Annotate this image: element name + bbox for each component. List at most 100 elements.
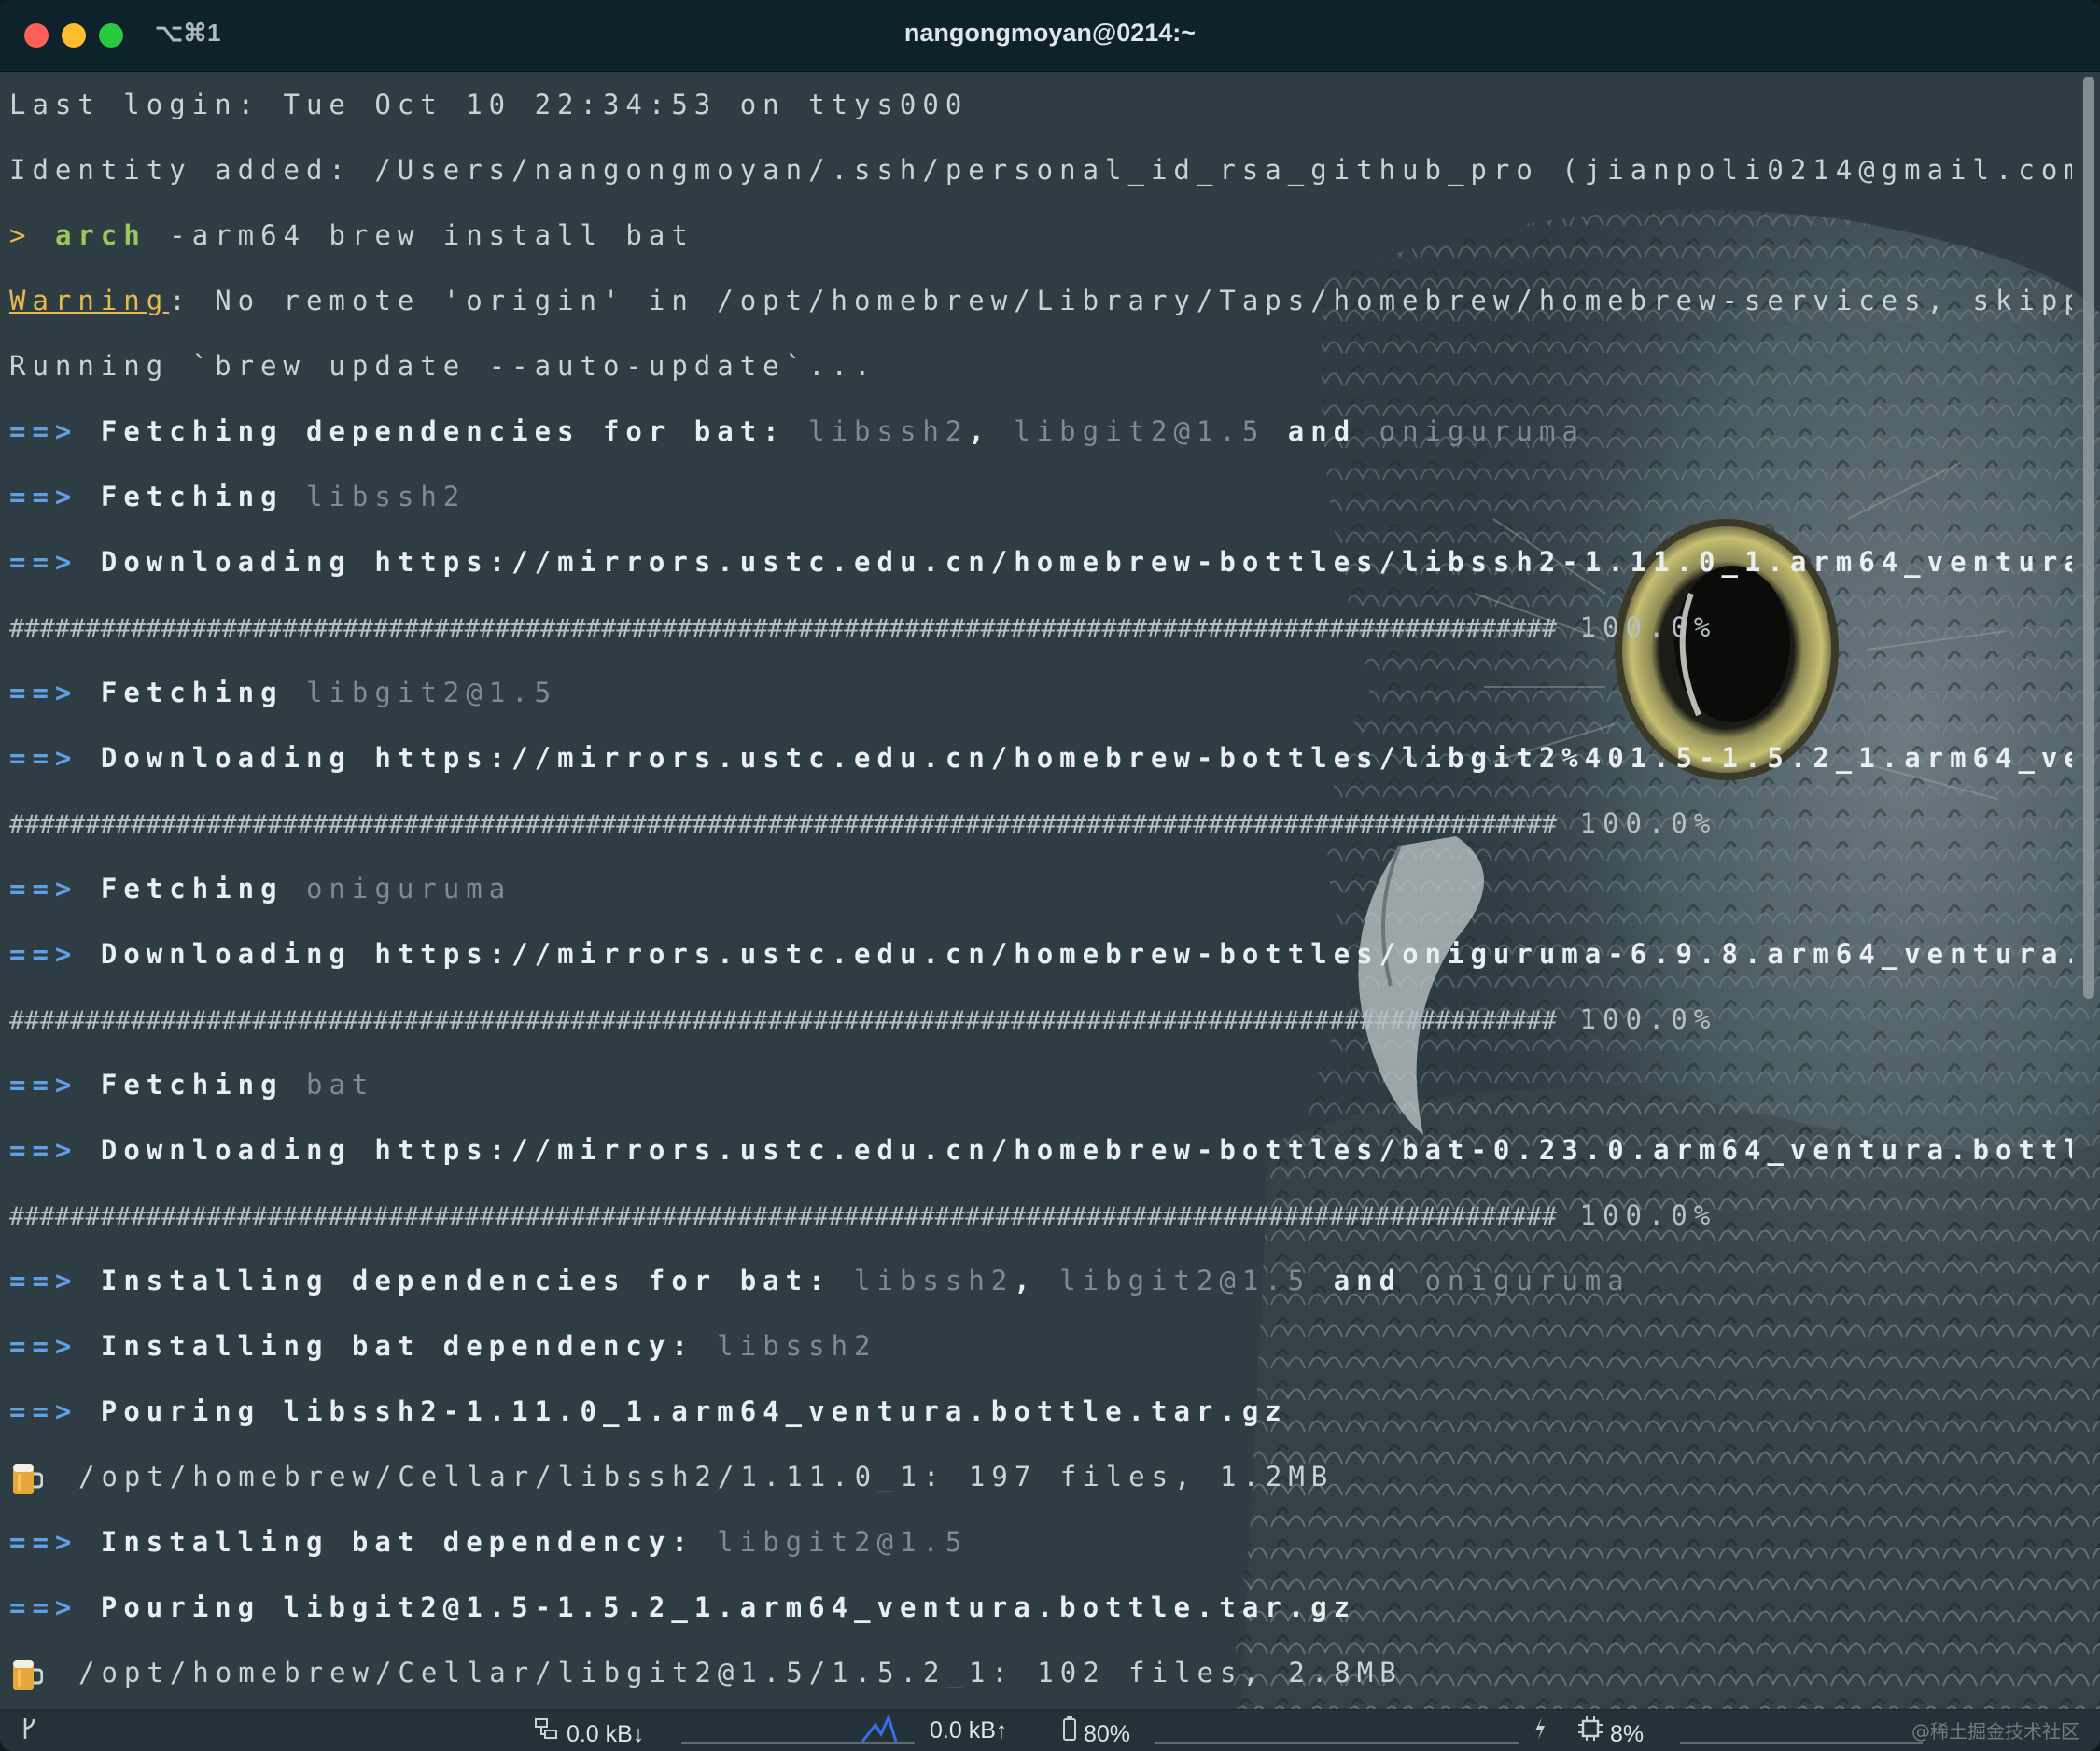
progress-line: ########################################… [9,799,1716,847]
installing-libssh2-line: ==> Installing bat dependency: libssh2 [9,1322,877,1370]
battery-value: 80% [1083,1721,1130,1747]
downloading-bat-line: ==> Downloading https://mirrors.ustc.edu… [9,1126,2072,1174]
dep-libssh2: libssh2 [808,415,969,447]
last-login-text: Last login: Tue Oct 10 22:34:53 on ttys0… [9,89,969,120]
installing-deps-label: Installing dependencies for bat: [100,1265,832,1296]
command-line: > arch -arm64 brew install bat [9,211,694,259]
downloading-label: Downloading [100,742,352,774]
fetching-label: Fetching [100,677,284,708]
dep-libgit2: libgit2@1.5 [1059,1265,1311,1296]
fetching-libgit2-line: ==> Fetching libgit2@1.5 [9,668,557,717]
fetching-bat-line: ==> Fetching bat [9,1060,374,1109]
arrow-marker: ==> [9,742,78,774]
arrow-marker: ==> [9,1069,78,1100]
beer-mug-icon [13,1464,43,1494]
download-url[interactable]: https://mirrors.ustc.edu.cn/homebrew-bot… [374,546,2072,578]
download-url[interactable]: https://mirrors.ustc.edu.cn/homebrew-bot… [374,742,2072,774]
progress-percent: 100.0% [1579,1199,1717,1231]
progress-percent: 100.0% [1579,611,1717,643]
installing-deps-line: ==> Installing dependencies for bat: lib… [9,1265,1631,1296]
identity-text: Identity added: /Users/nangongmoyan/.ssh… [9,154,2072,186]
pouring-libssh2-line: ==> Pouring libssh2-1.11.0_1.arm64_ventu… [9,1387,1288,1436]
downloading-label: Downloading [100,546,352,578]
fetching-label: Fetching [100,1069,284,1100]
progress-bar: ########################################… [9,1006,1558,1035]
downloading-label: Downloading [100,938,352,970]
arrow-marker: ==> [9,677,78,708]
scrollbar[interactable] [2083,77,2094,999]
network-up-widget: 0.0 kB↑ [930,1716,1007,1745]
identity-line: Identity added: /Users/nangongmoyan/.ssh… [9,146,2072,194]
fetching-pkg: bat [306,1069,375,1100]
cpu-value: 8% [1609,1721,1645,1747]
dep-and: and [1287,415,1357,447]
net-graph-icon [861,1712,898,1743]
progress-bar: ########################################… [9,614,1558,643]
beer-mug-icon [13,1660,43,1690]
installing-pkg: libgit2@1.5 [717,1526,969,1558]
progress-line: ########################################… [9,995,1716,1044]
network-down-widget: 0.0 kB↓ [534,1716,644,1747]
download-url[interactable]: https://mirrors.ustc.edu.cn/homebrew-bot… [374,938,2072,970]
arrow-marker: ==> [9,1526,78,1558]
pouring-label: Pouring [100,1395,261,1427]
progress-percent: 100.0% [1579,1003,1717,1035]
running-line: Running `brew update --auto-update`... [9,342,876,390]
terminal-window: ⌥⌘1 nangongmoyan@0214:~ Last login: Tue … [0,0,2100,1751]
fetching-pkg: libssh2 [306,481,467,512]
cellar-libgit2-line: /opt/homebrew/Cellar/libgit2@1.5/1.5.2_1… [9,1648,1403,1697]
network-icon [535,1718,557,1739]
arrow-marker: ==> [9,546,78,578]
warning-label: Warning [9,285,170,316]
battery-widget: 80% [1062,1716,1130,1747]
fetch-deps-line: ==> Fetching dependencies for bat: libss… [9,415,1585,447]
dep-oniguruma: oniguruma [1424,1265,1631,1296]
pouring-label: Pouring [100,1591,261,1623]
command-name: arch [54,219,147,251]
progress-percent: 100.0% [1579,807,1717,839]
downloading-libgit2-line: ==> Downloading https://mirrors.ustc.edu… [9,734,2072,782]
dep-and: and [1333,1265,1403,1296]
arrow-marker: ==> [9,938,78,970]
downloading-label: Downloading [100,1134,352,1166]
dep-libssh2: libssh2 [854,1265,1015,1296]
battery-icon [1063,1716,1076,1741]
download-url[interactable]: https://mirrors.ustc.edu.cn/homebrew-bot… [374,1134,2072,1166]
dep-libgit2: libgit2@1.5 [1014,415,1266,447]
progress-bar: ########################################… [9,1202,1558,1231]
cpu-widget: 8% [1577,1716,1645,1747]
last-login-line: Last login: Tue Oct 10 22:34:53 on ttys0… [9,80,968,129]
installing-dep-label: Installing bat dependency: [100,1526,694,1558]
cellar-info: /opt/homebrew/Cellar/libssh2/1.11.0_1: 1… [78,1461,1335,1492]
command-args: -arm64 brew install bat [146,219,694,251]
arrow-marker: ==> [9,873,78,904]
progress-line: ########################################… [9,603,1716,651]
watermark: @稀土掘金技术社区 [1911,1720,2079,1743]
fetching-pkg: oniguruma [306,873,512,904]
pouring-libgit2-line: ==> Pouring libgit2@1.5-1.5.2_1.arm64_ve… [9,1583,1356,1632]
fetching-label: Fetching [100,481,284,512]
git-branch-icon [21,1716,37,1745]
downloading-libssh2-line: ==> Downloading https://mirrors.ustc.edu… [9,538,2072,586]
installing-pkg: libssh2 [717,1330,877,1362]
pour-file: libssh2-1.11.0_1.arm64_ventura.bottle.ta… [283,1395,1288,1427]
pour-file: libgit2@1.5-1.5.2_1.arm64_ventura.bottle… [283,1591,1357,1623]
fetching-label: Fetching [100,873,284,904]
fetching-pkg: libgit2@1.5 [306,677,558,708]
warning-text: : No remote 'origin' in /opt/homebrew/Li… [169,285,2072,316]
dep-oniguruma: oniguruma [1379,415,1585,447]
fetching-oniguruma-line: ==> Fetching oniguruma [9,864,511,913]
progress-line: ########################################… [9,1191,1716,1240]
prompt-symbol: > [9,219,33,251]
lightning-icon [1533,1716,1547,1745]
arrow-marker: ==> [9,1330,78,1362]
fetching-libssh2-line: ==> Fetching libssh2 [9,472,466,521]
progress-bar: ########################################… [9,810,1558,839]
arrow-marker: ==> [9,1265,78,1296]
title-bar: ⌥⌘1 nangongmoyan@0214:~ [0,0,2100,72]
running-text: Running `brew update --auto-update`... [9,350,877,382]
arrow-marker: ==> [9,1395,78,1427]
terminal-output[interactable]: Last login: Tue Oct 10 22:34:53 on ttys0… [0,71,2072,1710]
warning-line: Warning: No remote 'origin' in /opt/home… [9,276,2072,325]
window-title: nangongmoyan@0214:~ [903,19,1197,47]
